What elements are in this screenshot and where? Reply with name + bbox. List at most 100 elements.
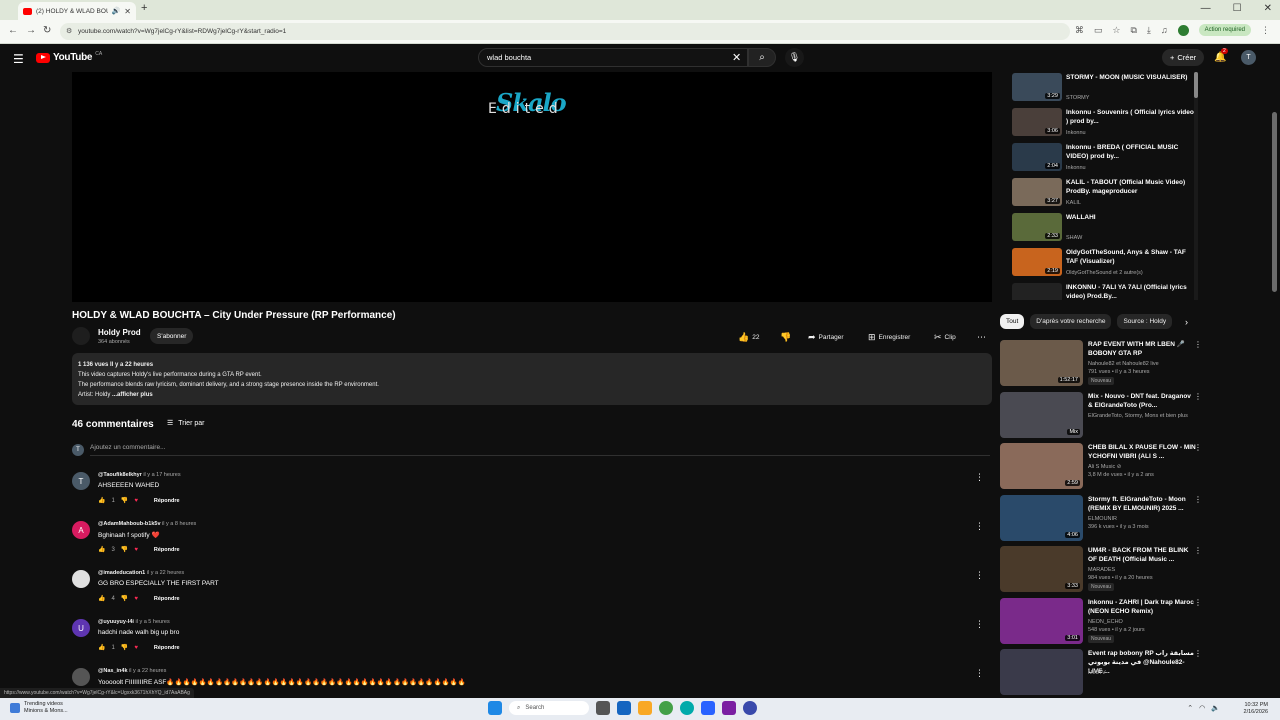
like-icon[interactable]: 👍 xyxy=(98,497,105,504)
comment-menu-icon[interactable]: ⋮ xyxy=(975,570,984,581)
chip-all[interactable]: Tout xyxy=(1000,314,1025,329)
cast-icon[interactable]: ▭ xyxy=(1094,25,1103,36)
like-icon[interactable]: 👍 xyxy=(98,546,105,553)
user-avatar[interactable]: T xyxy=(1241,50,1256,65)
clear-search-icon[interactable]: ✕ xyxy=(732,51,741,64)
minimize-icon[interactable]: — xyxy=(1201,3,1211,14)
video-menu-icon[interactable]: ⋮ xyxy=(1194,340,1202,349)
recommended-title[interactable]: Inkonnu - ZAHRI | Dark trap Maroc (NEON … xyxy=(1088,598,1196,616)
site-info-icon[interactable]: ⚙ xyxy=(66,27,72,35)
voice-search-button[interactable]: 🎙 xyxy=(785,48,804,67)
browser-tab[interactable]: (2) HOLDY & WLAD BOUCH... 🔊 ✕ xyxy=(18,2,136,20)
share-button[interactable]: ➦ Partager xyxy=(808,330,843,344)
playlist-thumbnail[interactable]: 3:29 xyxy=(1012,73,1062,101)
comment-author[interactable]: @AdamMahboub-b1k5v xyxy=(98,521,161,527)
reply-button[interactable]: Répondre xyxy=(154,596,180,602)
subscribe-button[interactable]: S'abonner xyxy=(150,328,194,344)
playlist-item[interactable]: 2:33 WALLAHI SHAW xyxy=(1012,213,1197,247)
recommended-title[interactable]: UM4R - BACK FROM THE BLINK OF DEATH (Off… xyxy=(1088,546,1196,564)
comment-avatar[interactable] xyxy=(72,570,90,588)
playlist-item[interactable]: 3:27 KALIL - TABOUT (Official Music Video… xyxy=(1012,178,1197,212)
playlist-item[interactable]: 3:06 Inkonnu - Souvenirs ( Official lyric… xyxy=(1012,108,1197,142)
forward-icon[interactable]: → xyxy=(26,25,36,36)
playlist-item-title[interactable]: KALIL - TABOUT (Official Music Video) Pr… xyxy=(1066,178,1196,196)
playlist-item-channel[interactable]: STORMY xyxy=(1066,95,1089,101)
search-button[interactable]: ⌕ xyxy=(748,48,776,67)
playlist-item-title[interactable]: STORMY - MOON (MUSIC VISUALISER) xyxy=(1066,73,1196,82)
like-icon[interactable]: 👍 xyxy=(98,644,105,651)
video-menu-icon[interactable]: ⋮ xyxy=(1194,649,1202,658)
recommended-channel[interactable]: ELMOUNIR xyxy=(1088,515,1196,523)
playlist-item-channel[interactable]: OldyGotTheSound et 2 autre(s) xyxy=(1066,270,1143,276)
video-thumbnail[interactable]: 3:33 xyxy=(1000,546,1083,592)
comment-author[interactable]: @Taoufik8elkhyr xyxy=(98,472,142,478)
like-icon[interactable]: 👍 xyxy=(98,595,105,602)
playlist-thumbnail[interactable]: 2:19 xyxy=(1012,248,1062,276)
app-icon[interactable] xyxy=(743,701,757,715)
playlist-scrollbar[interactable] xyxy=(1194,72,1198,300)
playlist-thumbnail[interactable]: 2:46 xyxy=(1012,283,1062,300)
teams-icon[interactable] xyxy=(722,701,736,715)
chevron-up-icon[interactable]: ⌃ xyxy=(1187,704,1193,712)
address-bar[interactable]: ⚙ youtube.com/watch?v=Wg7jelCg-rY&list=R… xyxy=(60,23,1070,40)
task-view-icon[interactable] xyxy=(596,701,610,715)
playlist-thumbnail[interactable]: 3:06 xyxy=(1012,108,1062,136)
taskbar-search[interactable]: ⌕ Search xyxy=(509,701,589,715)
recommended-channel[interactable]: Nahoule82 et Nahoule82 live xyxy=(1088,360,1196,368)
comment-avatar[interactable]: A xyxy=(72,521,90,539)
media-icon[interactable]: ♫ xyxy=(1161,25,1168,35)
chips-next-icon[interactable]: › xyxy=(1185,317,1188,327)
recommended-video[interactable]: Event rap bobony RP مسابقة راب في مدينة … xyxy=(1000,649,1205,697)
recommended-video[interactable]: 4:06 Stormy ft. ElGrandeToto - Moon (REMI… xyxy=(1000,494,1205,543)
comment-menu-icon[interactable]: ⋮ xyxy=(975,521,984,532)
playlist-thumbnail[interactable]: 3:27 xyxy=(1012,178,1062,206)
playlist-item-title[interactable]: OldyGotTheSound, Anys & Shaw - TAF TAF (… xyxy=(1066,248,1196,266)
playlist-item-title[interactable]: Inkonnu - BREDA ( OFFICIAL MUSIC VIDEO) … xyxy=(1066,143,1196,161)
speaker-icon[interactable]: 🔊 xyxy=(112,7,121,15)
dislike-button[interactable]: 👎 xyxy=(780,330,791,344)
close-tab-icon[interactable]: ✕ xyxy=(124,7,131,16)
chip-source-holdy[interactable]: Source : Holdy xyxy=(1117,314,1173,329)
comment-time[interactable]: il y a 17 heures xyxy=(143,472,180,478)
playlist-item[interactable]: 3:29 STORMY - MOON (MUSIC VISUALISER) STOR… xyxy=(1012,73,1197,107)
extensions-icon[interactable]: ⧉ xyxy=(1130,25,1136,36)
widgets-button[interactable]: Trending videos Minions & Mons... xyxy=(10,701,68,715)
playlist-item-title[interactable]: WALLAHI xyxy=(1066,213,1196,222)
action-required-button[interactable]: Action required xyxy=(1198,24,1251,36)
outlook-icon[interactable] xyxy=(701,701,715,715)
search-input[interactable]: wlad bouchta xyxy=(478,48,748,67)
comment-avatar[interactable] xyxy=(72,668,90,686)
new-tab-button[interactable]: + xyxy=(141,2,147,14)
channel-avatar[interactable] xyxy=(72,327,90,345)
recommended-channel[interactable]: MedTV xyxy=(1088,669,1196,677)
recommended-title[interactable]: Mix - Nouvo - DNT feat. Draganov & ElGra… xyxy=(1088,392,1196,410)
dislike-icon[interactable]: 👎 xyxy=(121,595,128,602)
video-thumbnail[interactable]: 2:59 xyxy=(1000,443,1083,489)
wifi-icon[interactable]: ◠ xyxy=(1199,704,1205,712)
back-icon[interactable]: ← xyxy=(8,25,18,36)
system-clock[interactable]: 10:32 PM 2/16/2026 xyxy=(1244,702,1268,716)
recommended-video[interactable]: 2:59 CHEB BILAL X PAUSE FLOW - MIN YCHOFN… xyxy=(1000,443,1205,491)
comment-time[interactable]: il y a 8 heures xyxy=(162,521,196,527)
video-menu-icon[interactable]: ⋮ xyxy=(1194,392,1202,401)
recommended-video[interactable]: Mix Mix - Nouvo - DNT feat. Draganov & El… xyxy=(1000,391,1205,440)
recommended-channel[interactable]: MARADES xyxy=(1088,566,1196,574)
playlist-item-channel[interactable]: KALIL xyxy=(1066,200,1081,206)
playlist-item[interactable]: 2:04 Inkonnu - BREDA ( OFFICIAL MUSIC VID… xyxy=(1012,143,1197,177)
bookmark-star-icon[interactable]: ☆ xyxy=(1112,25,1120,36)
playlist-item-channel[interactable]: SHAW xyxy=(1066,235,1082,241)
comment-author[interactable]: @Nas_in4k xyxy=(98,668,128,674)
sort-button[interactable]: ☰ Trier par xyxy=(167,419,204,428)
translate-icon[interactable]: ⌘ xyxy=(1075,25,1084,36)
playlist-item[interactable]: 2:46INKONNU - 7ALI YA 7ALI (Official lyr… xyxy=(1012,283,1197,300)
add-comment-input[interactable]: Ajoutez un commentaire... xyxy=(90,444,990,456)
recommended-title[interactable]: Stormy ft. ElGrandeToto - Moon (REMIX BY… xyxy=(1088,495,1196,513)
page-scroll-thumb[interactable] xyxy=(1272,112,1277,292)
show-more-link[interactable]: ...afficher plus xyxy=(112,392,153,398)
download-icon[interactable]: ⤓ xyxy=(1147,25,1151,36)
reply-button[interactable]: Répondre xyxy=(154,645,180,651)
comment-menu-icon[interactable]: ⋮ xyxy=(975,668,984,679)
dislike-icon[interactable]: 👎 xyxy=(121,644,128,651)
description-box[interactable]: 1 136 vues Il y a 22 heures This video c… xyxy=(72,353,992,405)
comment-avatar[interactable]: U xyxy=(72,619,90,637)
